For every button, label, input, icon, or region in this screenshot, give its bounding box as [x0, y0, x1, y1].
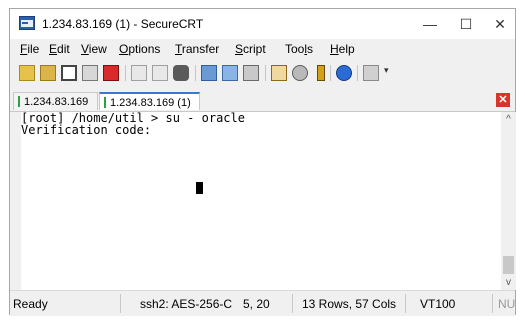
window-title: 1.234.83.169 (1) - SecureCRT [42, 17, 204, 31]
status-terminal-size: 13 Rows, 57 Cols [302, 297, 397, 311]
securecrt-window: 1.234.83.169 (1) - SecureCRT — ☐ ✕ File … [9, 8, 516, 316]
menu-edit[interactable]: Edit [49, 42, 70, 56]
scroll-down-arrow-icon[interactable]: v [501, 275, 516, 290]
scroll-thumb[interactable] [503, 256, 514, 274]
close-window-button[interactable]: ✕ [482, 9, 518, 39]
toolbar-separator [125, 65, 126, 81]
toolbar-separator [357, 65, 358, 81]
status-bar: Ready ssh2: AES-256-C 5, 20 13 Rows, 57 … [10, 290, 515, 316]
disconnect-icon[interactable] [103, 65, 119, 81]
terminal-scrollbar[interactable]: ^ v [501, 112, 516, 290]
global-options-icon[interactable] [292, 65, 308, 81]
status-cursor-position: 5, 20 [243, 297, 270, 311]
status-divider [492, 294, 493, 313]
key-icon[interactable] [317, 65, 325, 81]
title-bar[interactable]: 1.234.83.169 (1) - SecureCRT — ☐ ✕ [10, 9, 515, 39]
session-tab-bar: 1.234.83.169 1.234.83.169 (1) ✕ [10, 87, 515, 112]
status-connection: ssh2: AES-256-C [140, 297, 233, 311]
session-tab-active[interactable]: 1.234.83.169 (1) [99, 92, 200, 110]
sftp-icon[interactable] [201, 65, 217, 81]
status-ready: Ready [13, 297, 48, 311]
menu-bar: File Edit View Options Transfer Script T… [10, 39, 515, 59]
menu-tools[interactable]: Tools [285, 42, 313, 56]
scroll-up-arrow-icon[interactable]: ^ [501, 112, 516, 127]
securecrt-app-icon[interactable] [19, 16, 35, 30]
toolbar: ▾ [10, 60, 515, 86]
status-divider [120, 294, 121, 313]
session-tab[interactable]: 1.234.83.169 [13, 92, 98, 110]
session-options-icon[interactable] [271, 65, 287, 81]
connect-in-tab-icon[interactable] [61, 65, 77, 81]
quick-connect-icon[interactable] [40, 65, 56, 81]
copy-icon[interactable] [131, 65, 147, 81]
toolbar-separator [330, 65, 331, 81]
menu-file[interactable]: File [20, 42, 39, 56]
tab-label: 1.234.83.169 [24, 96, 89, 108]
terminal-cursor [196, 182, 203, 194]
status-divider [405, 294, 406, 313]
session-manager-icon[interactable] [222, 65, 238, 81]
toolbar-separator [195, 65, 196, 81]
tab-label: 1.234.83.169 (1) [110, 97, 191, 109]
connect-icon[interactable] [19, 65, 35, 81]
menu-options[interactable]: Options [119, 42, 160, 56]
terminal-line: Verification code: [21, 123, 152, 137]
map-keys-icon[interactable] [363, 65, 379, 81]
menu-help[interactable]: Help [330, 42, 355, 56]
print-icon[interactable] [243, 65, 259, 81]
close-tab-icon[interactable]: ✕ [496, 93, 510, 107]
menu-transfer[interactable]: Transfer [175, 42, 219, 56]
status-divider [292, 294, 293, 313]
find-icon[interactable] [173, 65, 189, 81]
minimize-button[interactable]: — [412, 9, 448, 39]
paste-icon[interactable] [152, 65, 168, 81]
toolbar-overflow-icon[interactable]: ▾ [384, 65, 392, 81]
toolbar-separator [265, 65, 266, 81]
status-numlock: NU [498, 297, 516, 311]
menu-script[interactable]: Script [235, 42, 266, 56]
terminal-output[interactable]: [root] /home/util > su - oracle Verifica… [21, 112, 501, 290]
status-terminal-type: VT100 [420, 297, 456, 311]
help-icon[interactable] [336, 65, 352, 81]
maximize-button[interactable]: ☐ [448, 9, 484, 39]
reconnect-icon[interactable] [82, 65, 98, 81]
menu-view[interactable]: View [81, 42, 107, 56]
